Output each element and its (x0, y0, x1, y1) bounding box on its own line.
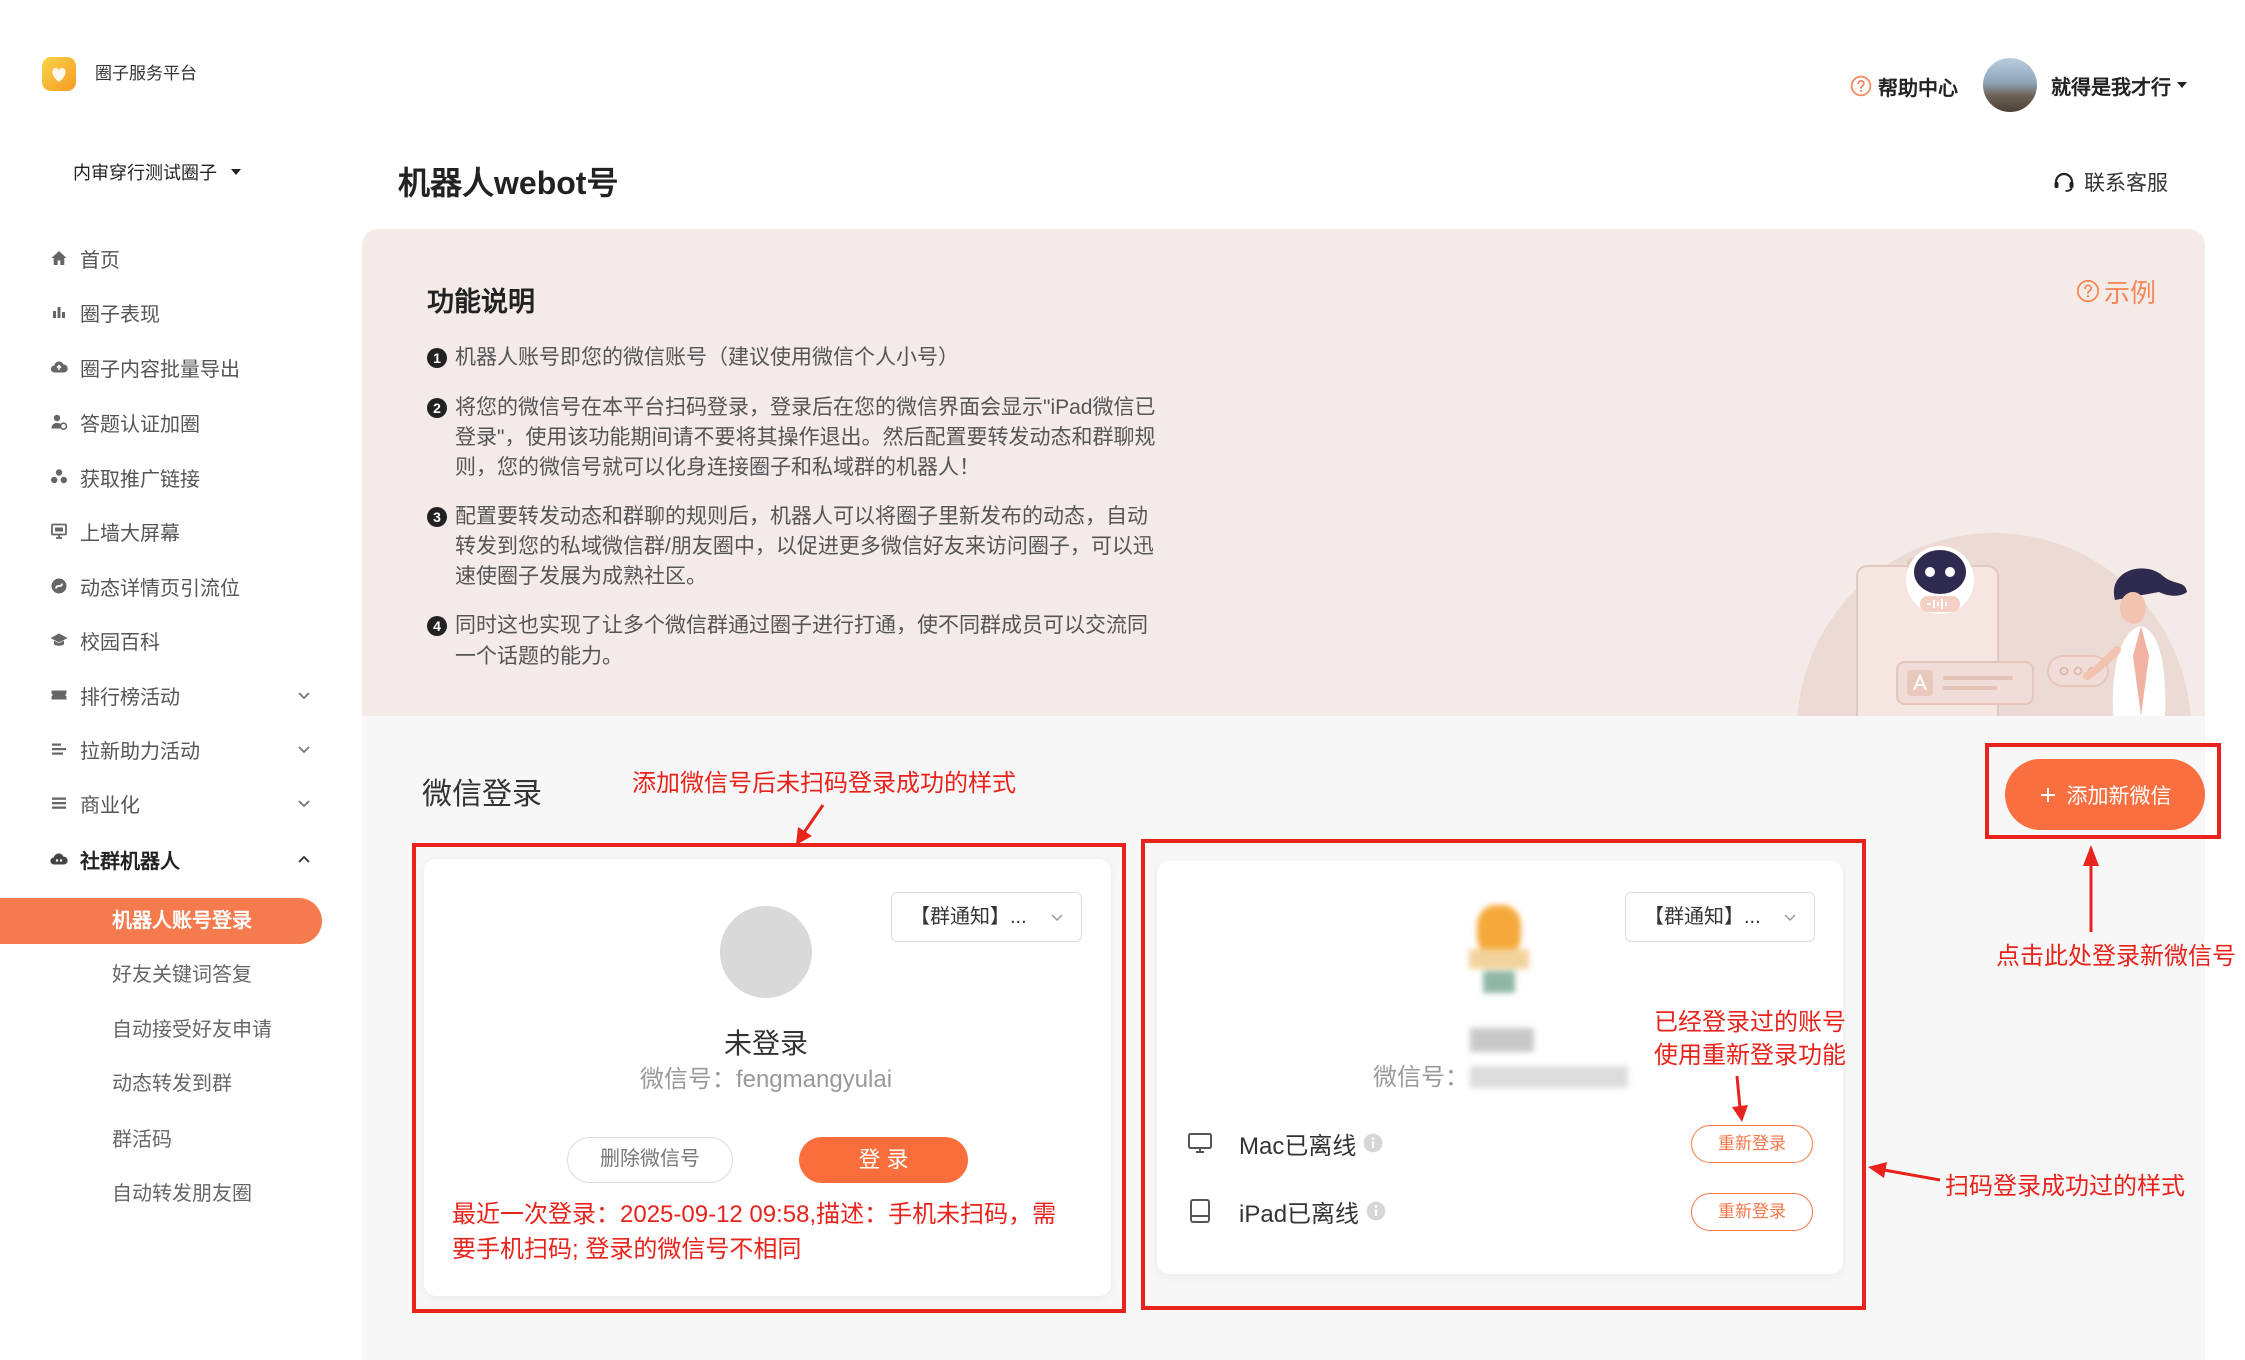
intro-line: 速使圈子发展为成熟社区。 (455, 565, 707, 588)
sidebar-item-label: 首页 (80, 249, 120, 272)
chevron-down-icon[interactable] (296, 795, 312, 811)
help-center-link[interactable]: 帮助中心 (1850, 71, 1958, 101)
monitor-icon (49, 521, 69, 541)
sidebar-item-label: 圈子表现 (80, 303, 160, 326)
sidebar-item-campus-wiki[interactable]: 校园百科 (49, 625, 160, 655)
cloud-upload-icon (49, 357, 69, 377)
sidebar-item-ranking[interactable]: 排行榜活动 (49, 680, 180, 710)
sidebar-subitem-robot-login[interactable]: 机器人账号登录 (0, 898, 322, 944)
annotation-box-unscanned (412, 843, 1126, 1313)
sidebar-item-label: 商业化 (80, 794, 140, 817)
circle-selector-label: 内审穿行测试圈子 (73, 163, 217, 183)
caret-down-icon (231, 169, 241, 175)
intro-line: 同时这也实现了让多个微信群通过圈子进行打通，使不同群成员可以交流同 (455, 614, 1148, 637)
caret-down-icon (2177, 82, 2187, 88)
robot-illustration (1797, 533, 2191, 716)
list-icon (49, 739, 69, 759)
annotation-relogin-hint: 已经登录过的账号 (1654, 1009, 1846, 1036)
annotation-add-hint: 点击此处登录新微信号 (1996, 943, 2236, 970)
step-number: 1 (427, 348, 447, 368)
robot-icon (49, 849, 69, 869)
app-name: 圈子服务平台 (95, 64, 197, 83)
sidebar-item-home[interactable]: 首页 (49, 243, 120, 273)
annotation-relogin-hint: 使用重新登录功能 (1654, 1042, 1846, 1069)
example-link[interactable]: 示例 (2076, 273, 2156, 309)
ticket-icon (49, 685, 69, 705)
sidebar-item-label: 社群机器人 (80, 850, 180, 873)
sidebar-subitem-auto-accept[interactable]: 自动接受好友申请 (112, 1015, 272, 1045)
intro-line: 配置要转发动态和群聊的规则后，机器人可以将圈子里新发布的动态，自动 (455, 505, 1148, 528)
page-title: 机器人webot号 (398, 165, 619, 201)
sidebar-subitem-label: 机器人账号登录 (112, 910, 252, 932)
intro-line: 机器人账号即您的微信账号（建议使用微信个人小号） (455, 346, 959, 369)
chevron-down-icon[interactable] (296, 687, 312, 703)
intro-line: 登录"，使用该功能期间请不要将其操作退出。然后配置要转发动态和群聊规 (455, 426, 1156, 449)
bar-chart-icon (49, 302, 69, 322)
annotation-box-scanned (1141, 839, 1866, 1310)
step-number: 2 (427, 398, 447, 418)
contact-support-label: 联系客服 (2084, 172, 2168, 195)
sidebar-item-circle-performance[interactable]: 圈子表现 (49, 297, 160, 327)
sidebar-item-big-screen[interactable]: 上墙大屏幕 (49, 516, 180, 546)
chevron-up-icon[interactable] (296, 851, 312, 867)
sidebar-item-label: 圈子内容批量导出 (80, 358, 240, 381)
sidebar-item-referral[interactable]: 拉新助力活动 (49, 734, 200, 764)
annotation-box-add (1985, 743, 2221, 839)
sidebar-item-label: 获取推广链接 (80, 468, 200, 491)
sidebar-item-label: 拉新助力活动 (80, 740, 200, 763)
intro-heading: 功能说明 (427, 287, 535, 317)
menu-icon (49, 793, 69, 813)
home-icon (49, 248, 69, 268)
user-menu[interactable]: 就得是我才行 (2051, 70, 2189, 100)
sidebar-item-traffic-slot[interactable]: 动态详情页引流位 (49, 571, 240, 601)
annotation-scanned-style: 扫码登录成功过的样式 (1945, 1173, 2185, 1200)
compass-icon (49, 576, 69, 596)
question-circle-icon (1850, 75, 1872, 97)
sidebar-item-batch-export[interactable]: 圈子内容批量导出 (49, 352, 240, 382)
headset-icon (2054, 172, 2074, 192)
sidebar-item-commercial[interactable]: 商业化 (49, 788, 140, 818)
graduation-cap-icon (49, 630, 69, 650)
help-center-label: 帮助中心 (1878, 77, 1958, 100)
user-name: 就得是我才行 (2051, 76, 2171, 99)
intro-line: 一个话题的能力。 (455, 645, 623, 668)
step-number: 3 (427, 507, 447, 527)
sidebar-item-label: 答题认证加圈 (80, 413, 200, 436)
sidebar-item-quiz-join[interactable]: 答题认证加圈 (49, 407, 200, 437)
sidebar-item-promo-link[interactable]: 获取推广链接 (49, 462, 200, 492)
sidebar-item-label: 校园百科 (80, 631, 160, 654)
sidebar-subitem-forward-to-group[interactable]: 动态转发到群 (112, 1069, 232, 1099)
sidebar-item-label: 上墙大屏幕 (80, 522, 180, 545)
chevron-down-icon[interactable] (296, 741, 312, 757)
intro-line: 则，您的微信号就可以化身连接圈子和私域群的机器人！ (455, 456, 980, 479)
sidebar-item-community-robot[interactable]: 社群机器人 (49, 844, 180, 874)
step-number: 4 (427, 616, 447, 636)
example-label: 示例 (2104, 277, 2157, 308)
question-circle-icon (2076, 279, 2100, 303)
sidebar-item-label: 排行榜活动 (80, 686, 180, 709)
circle-selector[interactable]: 内审穿行测试圈子 (73, 159, 243, 185)
annotation-unscanned-style: 添加微信号后未扫码登录成功的样式 (632, 770, 1016, 797)
contact-support-link[interactable]: 联系客服 (2052, 167, 2168, 197)
sidebar-subitem-keyword-reply[interactable]: 好友关键词答复 (112, 960, 252, 990)
sidebar-subitem-auto-moments[interactable]: 自动转发朋友圈 (112, 1179, 252, 1209)
sidebar-item-label: 动态详情页引流位 (80, 577, 240, 600)
circle-logo-icon (52, 67, 66, 82)
intro-line: 将您的微信号在本平台扫码登录，登录后在您的微信界面会显示"iPad微信已 (455, 396, 1156, 419)
user-check-icon (49, 412, 69, 432)
section-title: 微信登录 (422, 778, 542, 811)
app-logo[interactable] (42, 57, 76, 91)
intro-line: 转发到您的私域微信群/朋友圈中，以促进更多微信好友来访问圈子，可以迅 (455, 535, 1154, 558)
sidebar-subitem-group-qrcode[interactable]: 群活码 (112, 1125, 172, 1155)
user-avatar[interactable] (1983, 58, 2037, 112)
share-group-icon (49, 467, 69, 487)
